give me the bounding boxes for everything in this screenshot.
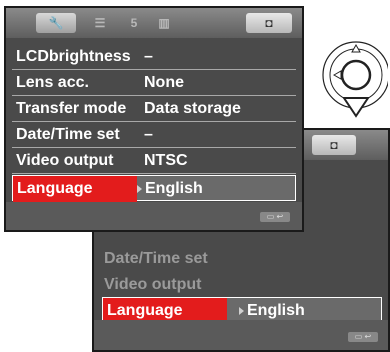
row-label: LCDbrightness [16, 48, 131, 65]
row-label: Transfer mode [16, 100, 127, 117]
camera-tab[interactable]: ◘ [246, 13, 292, 33]
row-label: Date/Time set [16, 126, 120, 143]
zoom-footer-indicator: ▭ ↩ [348, 332, 378, 342]
main-tab-bar: 🔧 ☰ 5 ▥ ◘ [6, 8, 302, 38]
row-value: None [144, 74, 184, 91]
zoom-camera-tab[interactable]: ◘ [312, 135, 356, 155]
tab-2[interactable]: ☰ [90, 13, 110, 33]
row-value: – [144, 126, 153, 143]
tab-3[interactable]: 5 [124, 13, 144, 33]
zoom-row-label: Video output [104, 276, 202, 293]
row-label: Lens acc. [16, 74, 89, 91]
tab-4[interactable]: ▥ [154, 13, 174, 33]
row-value: – [144, 48, 153, 65]
row-label: Video output [16, 152, 114, 169]
row-lens-acc[interactable]: Lens acc. None [12, 70, 296, 96]
zoom-row-label: Date/Time set [104, 250, 208, 267]
zoom-row-date-time[interactable]: Date/Time set [100, 246, 382, 272]
row-language[interactable]: Language English [12, 175, 296, 202]
zoom-row-video-output[interactable]: Video output [100, 272, 382, 298]
row-label: Language [13, 176, 137, 202]
row-video-output[interactable]: Video output NTSC [12, 148, 296, 174]
main-footer: ▭ ↩ [6, 202, 302, 230]
controller-dial-icon [322, 41, 390, 118]
row-date-time-set[interactable]: Date/Time set – [12, 122, 296, 148]
controller-dial[interactable] [318, 30, 390, 120]
setup-tab[interactable]: 🔧 [36, 13, 76, 33]
row-value: NTSC [144, 152, 188, 169]
row-value: Data storage [144, 100, 241, 117]
footer-indicator: ▭ ↩ [260, 212, 290, 222]
zoom-footer: ▭ ↩ [94, 320, 388, 350]
row-lcd-brightness[interactable]: LCDbrightness – [12, 44, 296, 70]
main-menu-screen: 🔧 ☰ 5 ▥ ◘ LCDbrightness – Lens acc. None… [4, 6, 304, 232]
row-value: English [137, 176, 203, 202]
row-transfer-mode[interactable]: Transfer mode Data storage [12, 96, 296, 122]
